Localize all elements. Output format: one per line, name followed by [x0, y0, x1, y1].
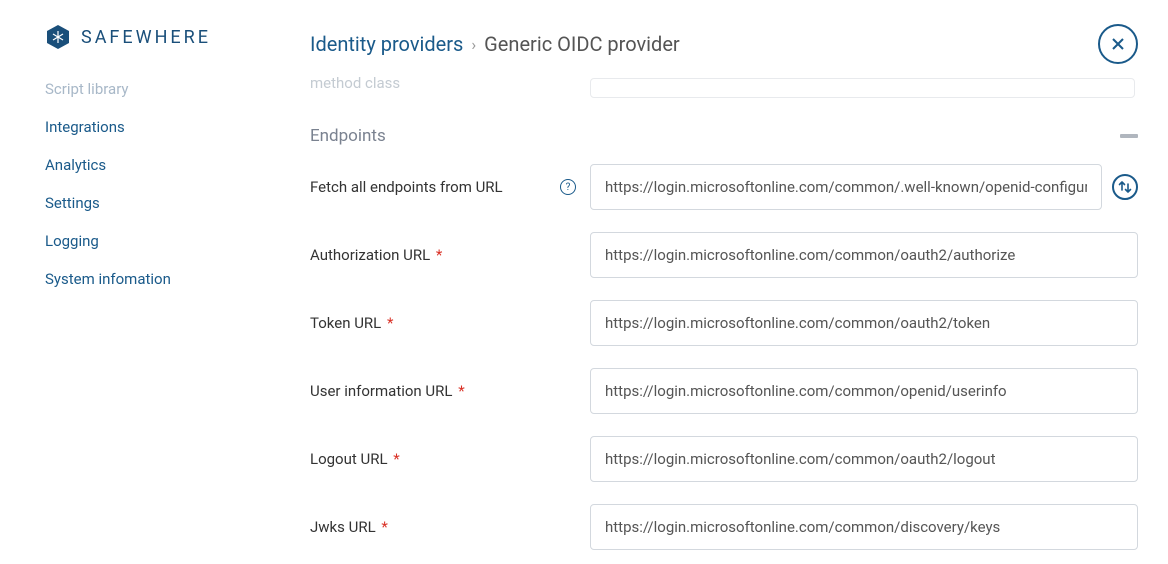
input-logout-url[interactable] [590, 436, 1138, 482]
label-logout-url: Logout URL * [310, 450, 560, 468]
input-jwks-url[interactable] [590, 504, 1138, 550]
breadcrumb-parent[interactable]: Identity providers [310, 32, 463, 56]
chevron-right-icon: › [471, 35, 476, 54]
close-button[interactable] [1098, 24, 1138, 64]
input-token-url[interactable] [590, 300, 1138, 346]
input-fetch-url[interactable] [590, 164, 1102, 210]
label-userinfo-url: User information URL * [310, 382, 560, 400]
logo: SAFEWHERE [0, 24, 280, 50]
section-title: Endpoints [310, 126, 386, 146]
row-authorization-url: Authorization URL * [310, 232, 1138, 278]
brand-text: SAFEWHERE [81, 27, 211, 48]
sidebar-item-analytics[interactable]: Analytics [45, 146, 280, 184]
row-userinfo-url: User information URL * [310, 368, 1138, 414]
fetch-button[interactable] [1112, 174, 1138, 200]
input-userinfo-url[interactable] [590, 368, 1138, 414]
section-header-endpoints[interactable]: Endpoints [310, 98, 1138, 164]
help-icon[interactable]: ? [560, 179, 576, 195]
label-jwks-url: Jwks URL * [310, 518, 560, 536]
row-token-url: Token URL * [310, 300, 1138, 346]
sidebar-item-integrations[interactable]: Integrations [45, 108, 280, 146]
label-authorization-url: Authorization URL * [310, 246, 560, 264]
nav-list: Script library Integrations Analytics Se… [0, 70, 280, 298]
sidebar-item-system-information[interactable]: System infomation [45, 260, 280, 298]
sync-arrows-icon [1117, 179, 1133, 195]
sidebar-item-logging[interactable]: Logging [45, 222, 280, 260]
sidebar-item-script-library: Script library [45, 70, 280, 108]
close-icon [1110, 36, 1126, 52]
main-content: Identity providers › Generic OIDC provid… [310, 0, 1138, 555]
label-fetch-url: Fetch all endpoints from URL [310, 178, 560, 196]
row-fetch-url: Fetch all endpoints from URL ? [310, 164, 1138, 210]
sidebar-item-settings[interactable]: Settings [45, 184, 280, 222]
breadcrumb-bar: Identity providers › Generic OIDC provid… [310, 0, 1138, 74]
sidebar: SAFEWHERE Script library Integrations An… [0, 0, 280, 555]
label-token-url: Token URL * [310, 314, 560, 332]
content-scroll: method class Endpoints Fetch all endpoin… [310, 74, 1138, 564]
collapse-icon[interactable] [1120, 134, 1138, 138]
row-jwks-url: Jwks URL * [310, 504, 1138, 550]
breadcrumb-current: Generic OIDC provider [484, 32, 680, 56]
breadcrumb: Identity providers › Generic OIDC provid… [310, 32, 680, 56]
logo-icon [45, 24, 71, 50]
row-logout-url: Logout URL * [310, 436, 1138, 482]
previous-field-input-edge [590, 78, 1135, 98]
input-authorization-url[interactable] [590, 232, 1138, 278]
